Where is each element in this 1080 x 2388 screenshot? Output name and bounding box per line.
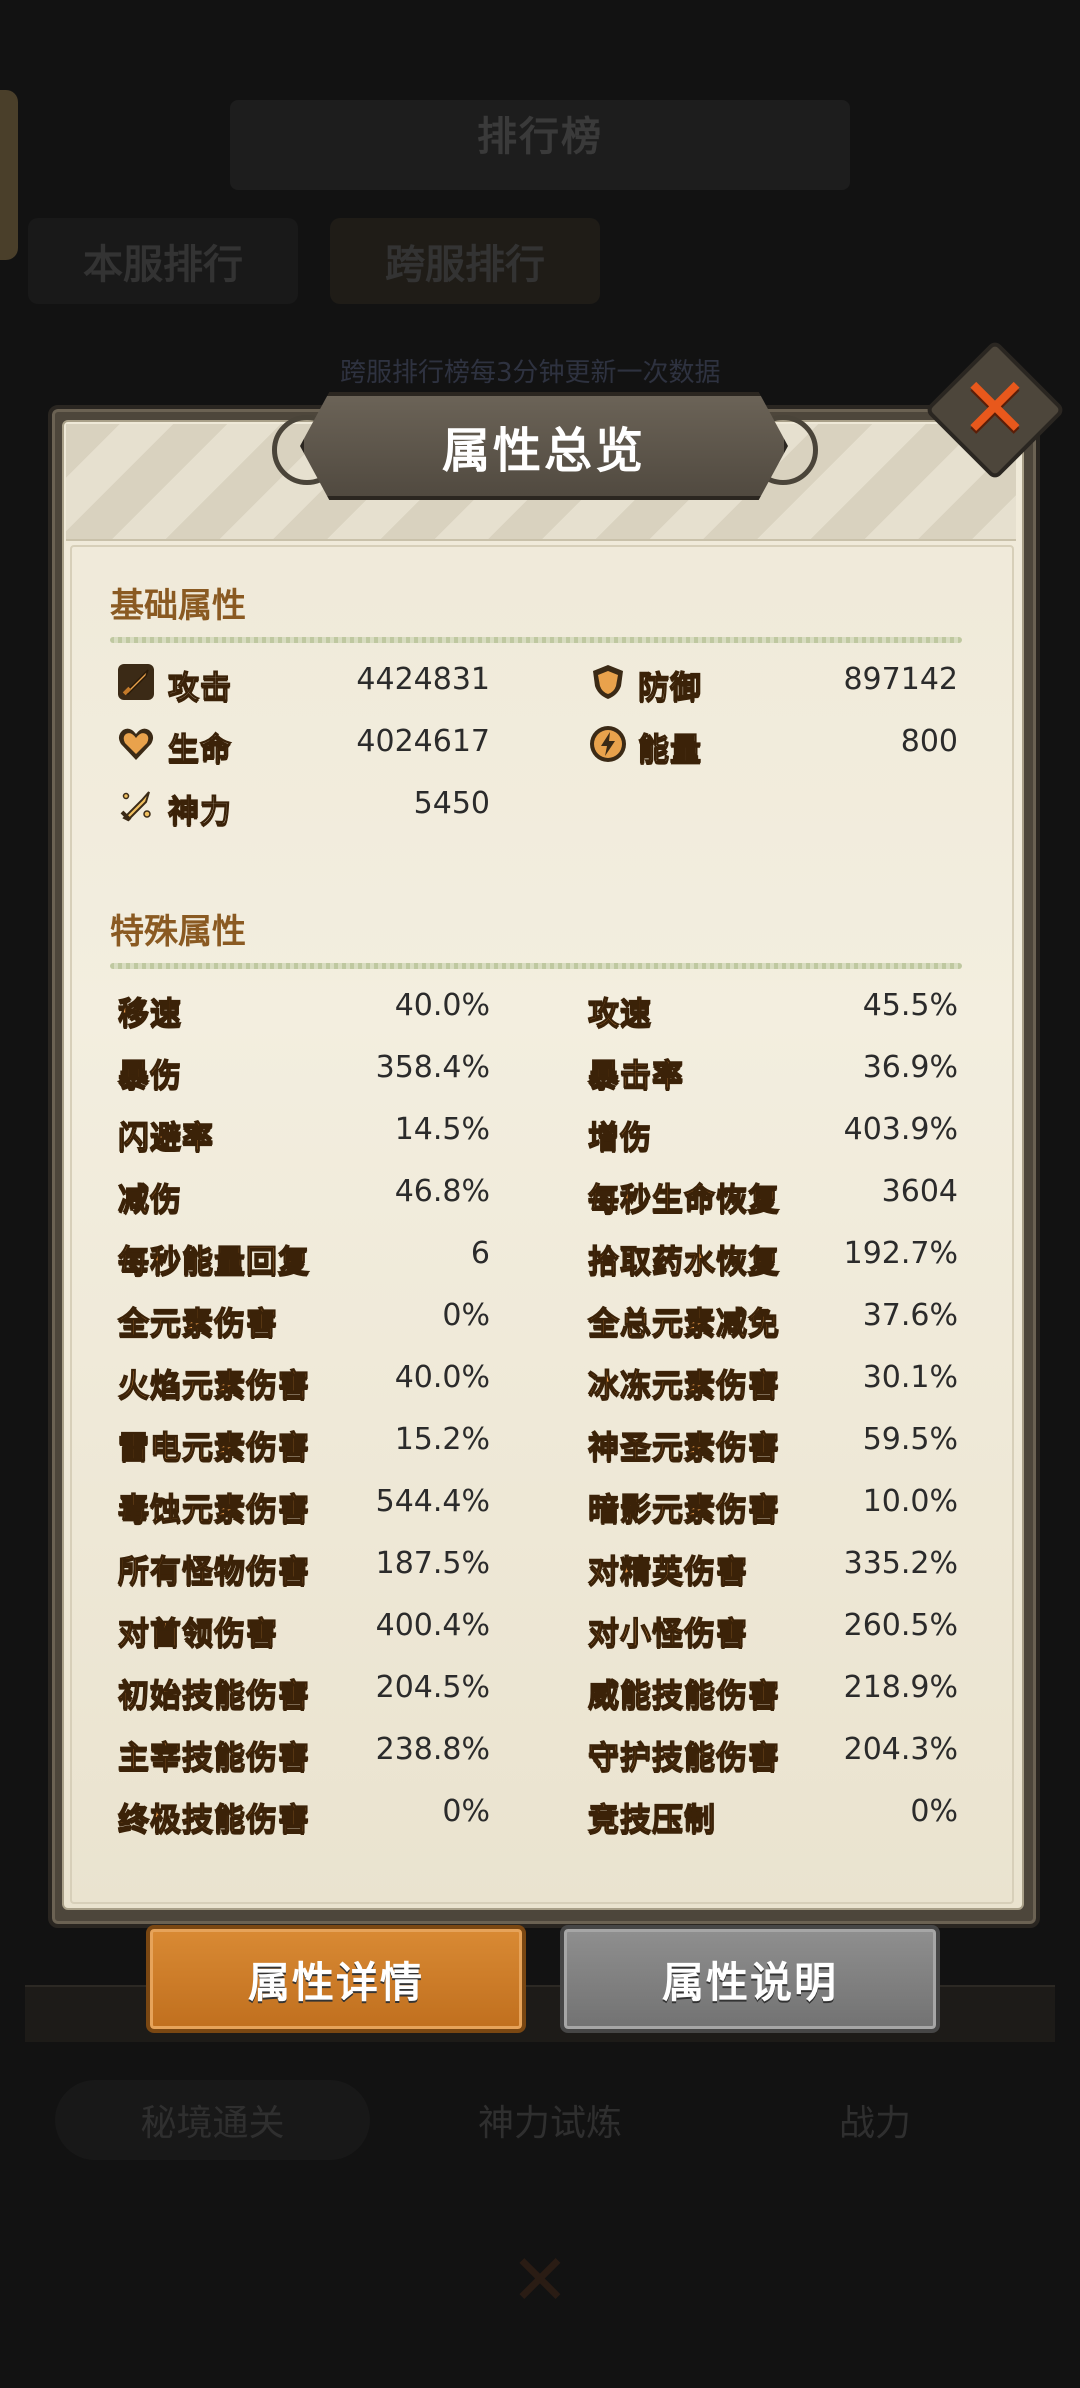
- attribute-description-label: 属性说明: [661, 1957, 838, 2007]
- stat-label-all-element-damage: 全元素伤害: [117, 1305, 278, 1342]
- stat-label-dominator-skill-damage: 主宰技能伤害: [117, 1739, 310, 1776]
- stat-label-lightning-damage: 雷电元素伤害: [117, 1429, 310, 1466]
- stat-value-energy: 800: [900, 724, 958, 759]
- stat-value-crit-damage: 358.4%: [375, 1050, 490, 1085]
- stat-value-potion-recovery: 192.7%: [843, 1236, 958, 1271]
- modal-title: 属性总览: [441, 423, 646, 479]
- stat-value-boss-damage: 400.4%: [375, 1608, 490, 1643]
- stat-value-hp: 4024617: [356, 724, 490, 759]
- stat-label-initial-skill-damage: 初始技能伤害: [117, 1677, 310, 1714]
- stat-value-hp-regen: 3604: [881, 1174, 958, 1209]
- stat-label-ultimate-skill-damage: 终极技能伤害: [117, 1801, 310, 1838]
- stat-label-crit-damage: 暴伤: [117, 1057, 182, 1094]
- stat-value-all-monster-damage: 187.5%: [375, 1546, 490, 1581]
- stat-value-dodge-rate: 14.5%: [394, 1112, 490, 1147]
- close-x-icon[interactable]: ✕: [945, 358, 1045, 458]
- energy-icon: [590, 726, 626, 762]
- stat-label-energy: 能量: [637, 731, 702, 768]
- special-section-divider: [110, 963, 962, 969]
- stat-value-guardian-skill-damage: 204.3%: [843, 1732, 958, 1767]
- background-update-note: 跨服排行榜每3分钟更新一次数据: [340, 358, 721, 388]
- background-tab-cross-server: 跨服排行: [330, 218, 600, 304]
- stat-value-divine-power: 5450: [413, 786, 490, 821]
- background-tab-divine-trial: 神力试炼: [477, 2103, 622, 2144]
- stat-value-poison-damage: 544.4%: [375, 1484, 490, 1519]
- stat-value-ultimate-skill-damage: 0%: [442, 1794, 490, 1829]
- stat-label-poison-damage: 毒蚀元素伤害: [117, 1491, 310, 1528]
- stat-label-fire-damage: 火焰元素伤害: [117, 1367, 310, 1404]
- stat-label-potion-recovery: 拾取药水恢复: [587, 1243, 780, 1280]
- stat-value-attack-speed: 45.5%: [862, 988, 958, 1023]
- stat-value-damage-reduction: 46.8%: [394, 1174, 490, 1209]
- attribute-description-button[interactable]: 属性说明: [560, 1925, 940, 2033]
- stat-label-defense: 防御: [637, 669, 702, 706]
- stat-label-divine-power: 神力: [167, 793, 232, 830]
- stat-label-energy-regen: 每秒能量回复: [117, 1243, 310, 1280]
- background-title: 排行榜: [477, 114, 603, 160]
- stat-label-all-monster-damage: 所有怪物伤害: [117, 1553, 310, 1590]
- background-bottom-tabs: 秘境通关 神力试炼 战力: [0, 2080, 1080, 2160]
- stat-label-crit-rate: 暴击率: [587, 1057, 684, 1094]
- stat-value-initial-skill-damage: 204.5%: [375, 1670, 490, 1705]
- stat-value-minion-damage: 260.5%: [843, 1608, 958, 1643]
- stat-label-damage-increase: 增伤: [587, 1119, 652, 1156]
- stat-value-defense: 897142: [843, 662, 958, 697]
- basic-section-divider: [110, 637, 962, 643]
- stat-label-arena-suppression: 竞技压制: [587, 1801, 716, 1838]
- stat-value-holy-damage: 59.5%: [862, 1422, 958, 1457]
- stat-value-energy-regen: 6: [470, 1236, 490, 1271]
- stat-label-holy-damage: 神圣元素伤害: [587, 1429, 780, 1466]
- basic-section-title: 基础属性: [110, 586, 246, 626]
- stat-value-damage-increase: 403.9%: [843, 1112, 958, 1147]
- background-tab-local: 本服排行: [28, 218, 298, 304]
- sword-icon: [118, 664, 154, 700]
- stat-value-ice-damage: 30.1%: [862, 1360, 958, 1395]
- attribute-detail-label: 属性详情: [247, 1957, 424, 2007]
- stat-label-all-element-resist: 全总元素减免: [587, 1305, 780, 1342]
- stat-value-dominator-skill-damage: 238.8%: [375, 1732, 490, 1767]
- shield-icon: [593, 665, 623, 699]
- stat-label-hp-regen: 每秒生命恢复: [587, 1181, 780, 1218]
- stat-value-elite-damage: 335.2%: [843, 1546, 958, 1581]
- stat-value-all-element-resist: 37.6%: [862, 1298, 958, 1333]
- stat-label-elite-damage: 对精英伤害: [587, 1553, 748, 1590]
- stat-label-ice-damage: 冰冻元素伤害: [587, 1367, 780, 1404]
- stat-value-all-element-damage: 0%: [442, 1298, 490, 1333]
- stat-value-attack: 4424831: [356, 662, 490, 697]
- stat-label-dodge-rate: 闪避率: [117, 1119, 214, 1156]
- stat-value-lightning-damage: 15.2%: [394, 1422, 490, 1457]
- stat-label-attack: 攻击: [167, 669, 232, 706]
- stat-value-crit-rate: 36.9%: [862, 1050, 958, 1085]
- attribute-detail-button[interactable]: 属性详情: [146, 1925, 526, 2033]
- stat-value-fire-damage: 40.0%: [394, 1360, 490, 1395]
- special-section-title: 特殊属性: [110, 912, 246, 952]
- stat-label-attack-speed: 攻速: [587, 995, 652, 1032]
- stat-value-shadow-damage: 10.0%: [862, 1484, 958, 1519]
- stat-label-shadow-damage: 暗影元素伤害: [587, 1491, 780, 1528]
- stat-label-damage-reduction: 减伤: [117, 1181, 182, 1218]
- stat-value-arena-suppression: 0%: [910, 1794, 958, 1829]
- background-tab-secret-realm: 秘境通关: [55, 2080, 370, 2160]
- stat-label-move-speed: 移速: [117, 995, 182, 1032]
- background-tab-power: 战力: [838, 2103, 911, 2144]
- divine-sword-icon: [120, 791, 151, 822]
- background-close-icon: ✕: [510, 2239, 570, 2321]
- modal-title-plate: 属性总览: [300, 392, 788, 500]
- stat-value-power-skill-damage: 218.9%: [843, 1670, 958, 1705]
- stat-label-power-skill-damage: 威能技能伤害: [587, 1677, 780, 1714]
- stat-value-move-speed: 40.0%: [394, 988, 490, 1023]
- stat-label-guardian-skill-damage: 守护技能伤害: [587, 1739, 780, 1776]
- stat-label-boss-damage: 对首领伤害: [117, 1615, 278, 1652]
- heart-icon: [118, 728, 154, 760]
- stat-label-minion-damage: 对小怪伤害: [587, 1615, 748, 1652]
- stat-label-hp: 生命: [167, 731, 232, 768]
